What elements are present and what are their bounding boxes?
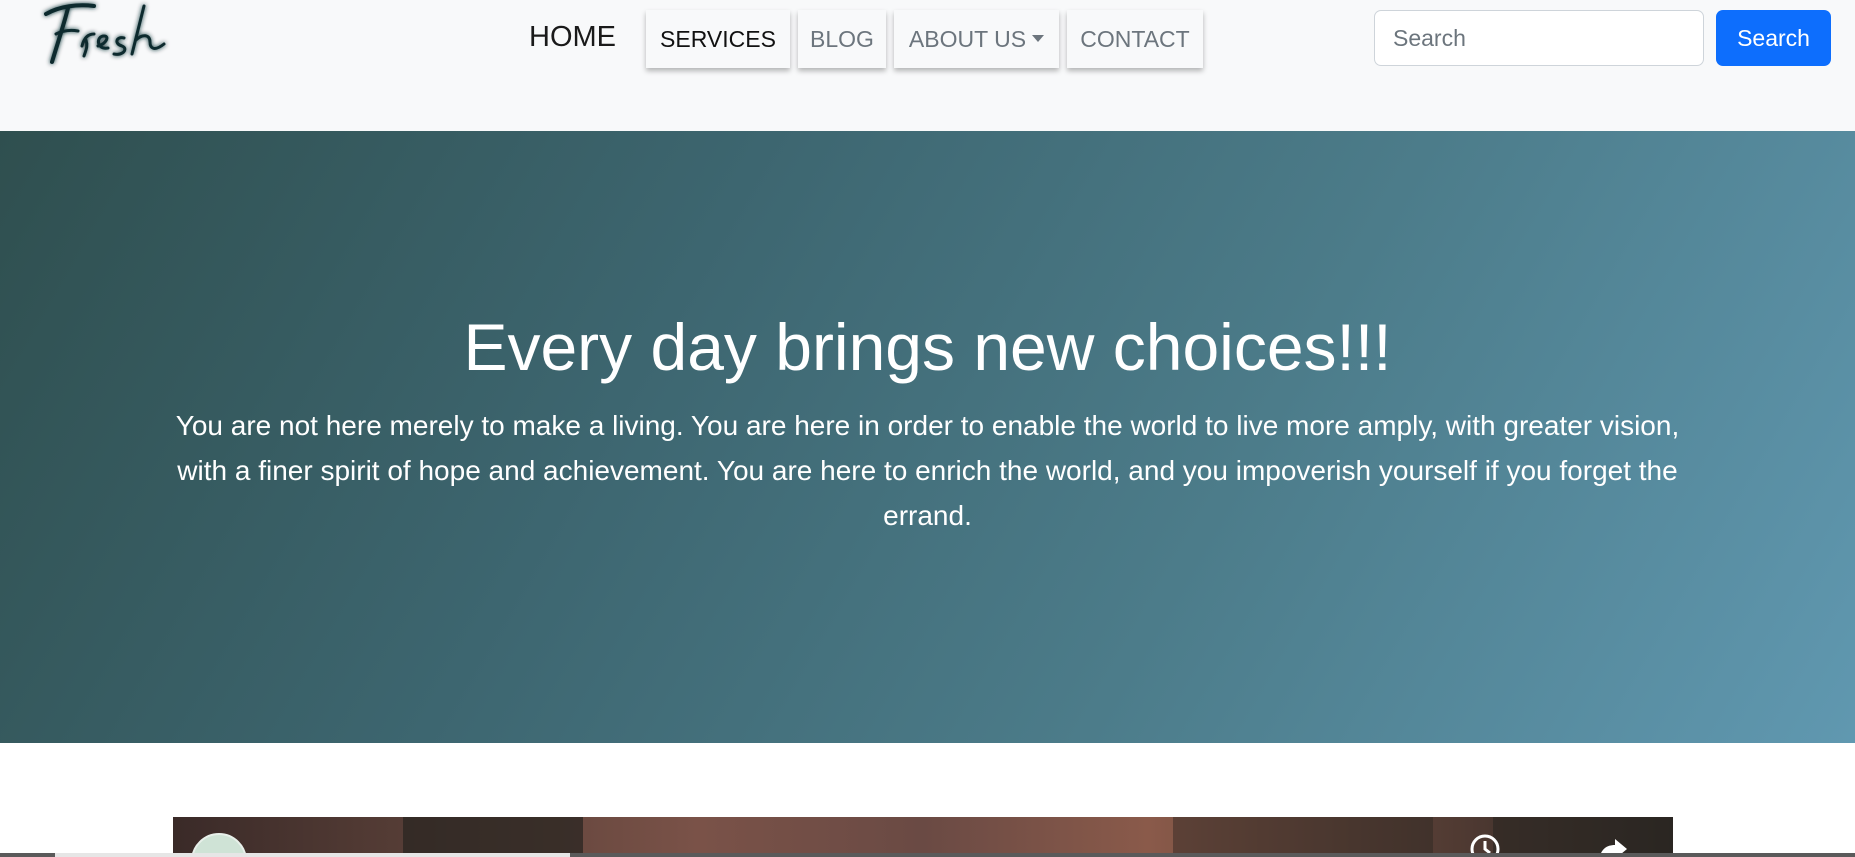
video-scene-shape xyxy=(1173,817,1433,857)
hero-text: You are not here merely to make a living… xyxy=(175,410,1680,531)
video-player[interactable] xyxy=(173,817,1673,857)
caret-down-icon xyxy=(1032,35,1045,43)
search-button[interactable]: Search xyxy=(1716,10,1831,66)
search-input[interactable] xyxy=(1374,10,1704,66)
video-scene-shape xyxy=(1493,817,1673,857)
video-scene-shape xyxy=(403,817,583,857)
nav-about-label: ABOUT US xyxy=(908,26,1027,52)
video-progress-fill xyxy=(55,853,570,857)
fresh-logo-icon xyxy=(44,3,166,64)
hero-section: Every day brings new choices!!! You are … xyxy=(0,131,1855,743)
nav-contact[interactable]: CONTACT xyxy=(1067,10,1203,68)
brand-logo[interactable] xyxy=(38,0,188,72)
navbar: HOME SERVICES BLOG ABOUT US CONTACT Sear… xyxy=(0,0,1855,131)
nav-services[interactable]: SERVICES xyxy=(646,10,790,68)
nav-home[interactable]: HOME xyxy=(521,16,624,58)
hero-title: Every day brings new choices!!! xyxy=(463,310,1392,384)
nav-blog[interactable]: BLOG xyxy=(798,10,886,68)
nav-about-us-dropdown[interactable]: ABOUT US xyxy=(894,10,1059,68)
